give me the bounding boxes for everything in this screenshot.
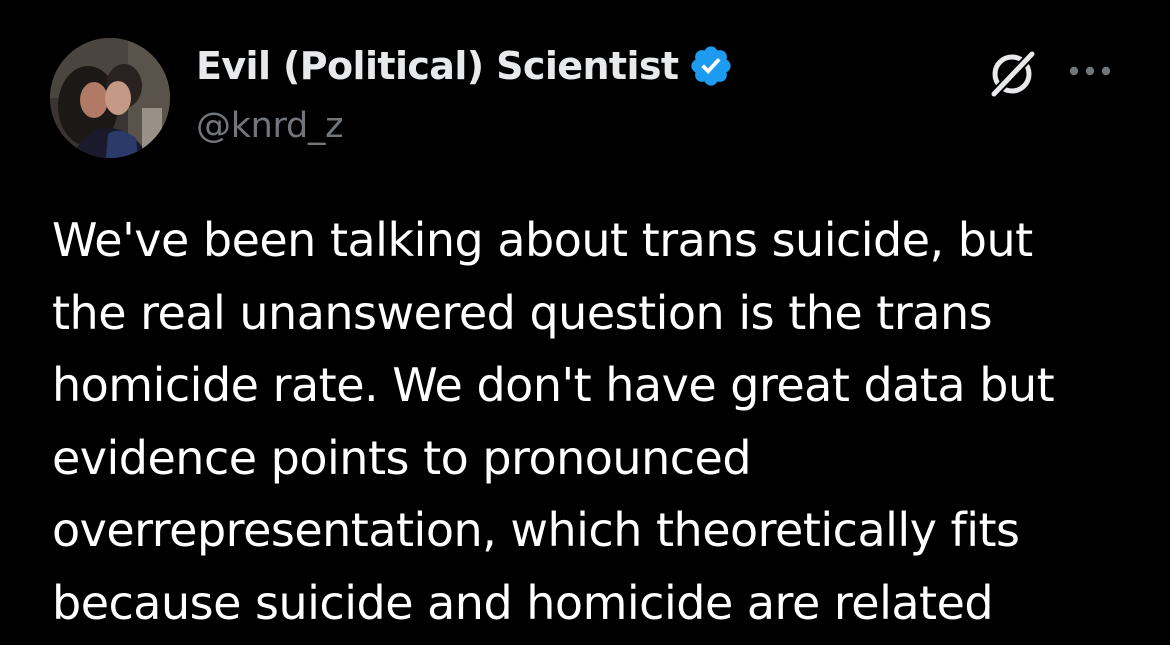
tweet-text-line: evidence points to pronounced (52, 430, 752, 485)
tweet-header: Evil (Political) Scientist @knrd_z (50, 36, 1130, 160)
tweet-text: We've been talking about trans suicide, … (52, 204, 1132, 639)
author-display-name[interactable]: Evil (Political) Scientist (196, 44, 679, 88)
more-options-icon[interactable] (1060, 56, 1120, 86)
grok-icon[interactable] (982, 42, 1042, 102)
author-identity: Evil (Political) Scientist @knrd_z (196, 40, 734, 150)
name-row: Evil (Political) Scientist (196, 40, 734, 92)
tweet-text-line: because suicide and homicide are related (52, 575, 994, 630)
avatar-photo-icon (50, 38, 170, 158)
tweet-text-line: the real unanswered question is the tran… (52, 285, 993, 340)
tweet-text-line: overrepresentation, which theoretically … (52, 503, 1020, 557)
tweet: Evil (Political) Scientist @knrd_z We've… (0, 0, 1170, 645)
verified-badge-icon[interactable] (688, 43, 734, 89)
tweet-text-line: We've been talking about trans suicide, … (52, 213, 1033, 267)
author-handle[interactable]: @knrd_z (196, 106, 734, 146)
tweet-text-line: homicide rate. We don't have great data … (52, 358, 1055, 412)
avatar[interactable] (50, 38, 170, 158)
